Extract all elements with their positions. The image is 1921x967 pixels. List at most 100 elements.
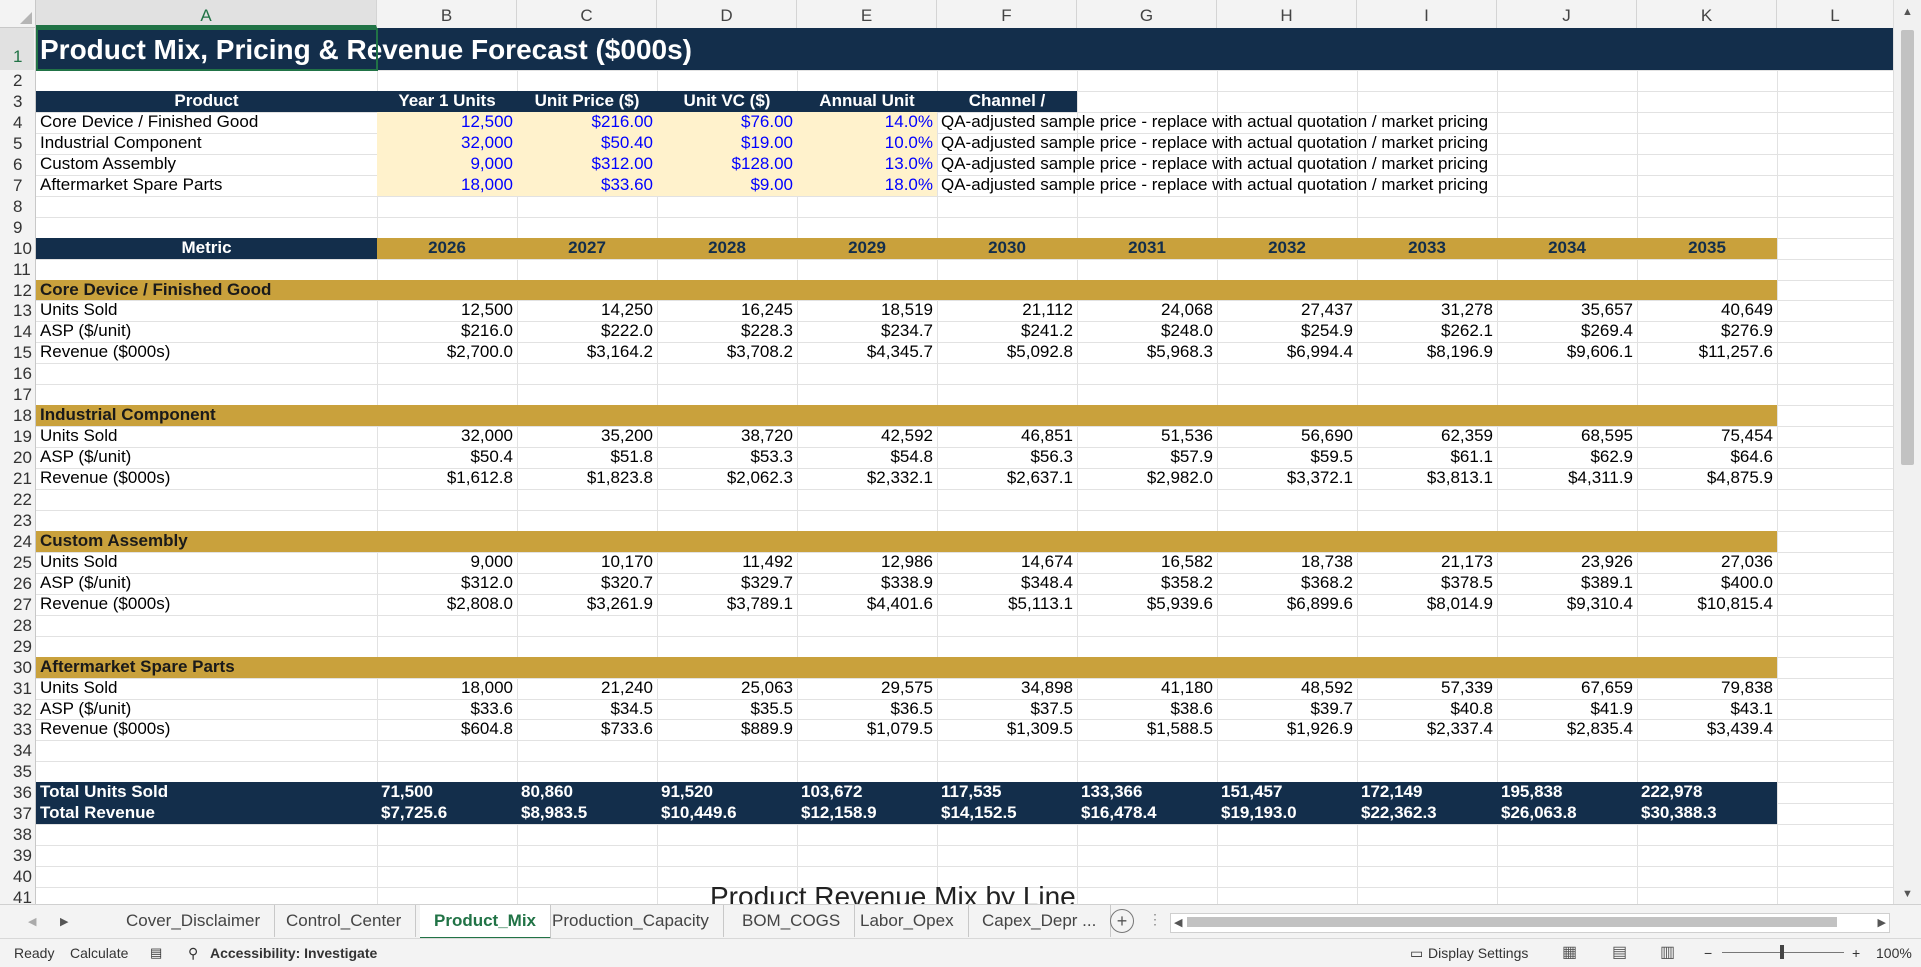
input-vc-value[interactable]: $9.00 (657, 175, 793, 195)
total-value[interactable]: $22,362.3 (1361, 803, 1437, 823)
total-value[interactable]: 71,500 (381, 782, 433, 802)
metric-value[interactable]: 32,000 (377, 426, 513, 446)
active-cell-selection[interactable] (36, 28, 378, 71)
sheet-tab-production-capacity[interactable]: Production_Capacity (538, 905, 724, 937)
input-units-value[interactable]: 32,000 (377, 133, 513, 153)
metric-value[interactable]: 42,592 (797, 426, 933, 446)
metric-value[interactable]: 14,674 (937, 552, 1073, 572)
metric-value[interactable]: $320.7 (517, 573, 653, 593)
metric-value[interactable]: 9,000 (377, 552, 513, 572)
metric-value[interactable]: $34.5 (517, 699, 653, 719)
metric-value[interactable]: $62.9 (1497, 447, 1633, 467)
row-header-20[interactable]: 20 (0, 447, 34, 468)
metric-value[interactable]: 79,838 (1637, 678, 1773, 698)
input-price-value[interactable]: $312.00 (517, 154, 653, 174)
total-value[interactable]: 91,520 (661, 782, 713, 802)
metric-value[interactable]: $2,700.0 (377, 342, 513, 362)
vertical-scrollbar[interactable]: ▲ ▼ (1893, 0, 1921, 904)
input-price-value[interactable]: $33.60 (517, 175, 653, 195)
metric-value[interactable]: $348.4 (937, 573, 1073, 593)
page-break-icon[interactable]: ▥ (1660, 942, 1675, 962)
metric-value[interactable]: $2,332.1 (797, 468, 933, 488)
metric-value[interactable]: $43.1 (1637, 699, 1773, 719)
zoom-out-icon[interactable]: − (1704, 945, 1712, 961)
metric-value[interactable]: $2,062.3 (657, 468, 793, 488)
metric-value[interactable]: 38,720 (657, 426, 793, 446)
total-value[interactable]: $19,193.0 (1221, 803, 1297, 823)
row-header-19[interactable]: 19 (0, 426, 34, 447)
total-value[interactable]: 133,366 (1081, 782, 1142, 802)
metric-value[interactable]: 67,659 (1497, 678, 1633, 698)
row-header-38[interactable]: 38 (0, 824, 34, 845)
metric-value[interactable]: $1,079.5 (797, 719, 933, 739)
metric-value[interactable]: 24,068 (1077, 300, 1213, 320)
total-value[interactable]: 80,860 (521, 782, 573, 802)
metric-value[interactable]: $40.8 (1357, 699, 1493, 719)
input-vc-value[interactable]: $19.00 (657, 133, 793, 153)
input-price-value[interactable]: $216.00 (517, 112, 653, 132)
metric-value[interactable]: $39.7 (1217, 699, 1353, 719)
hscroll-left-icon[interactable]: ◀ (1174, 916, 1182, 929)
column-header-k[interactable]: K (1637, 0, 1777, 28)
metric-value[interactable]: $2,337.4 (1357, 719, 1493, 739)
sheet-tab-cover-disclaimer[interactable]: Cover_Disclaimer (112, 905, 276, 937)
metric-value[interactable]: $3,372.1 (1217, 468, 1353, 488)
metric-value[interactable]: 21,240 (517, 678, 653, 698)
metric-value[interactable]: $269.4 (1497, 321, 1633, 341)
column-header-l[interactable]: L (1777, 0, 1894, 28)
row-header-8[interactable]: 8 (0, 196, 34, 217)
metric-value[interactable]: $50.4 (377, 447, 513, 467)
total-value[interactable]: 222,978 (1641, 782, 1702, 802)
row-header-14[interactable]: 14 (0, 321, 34, 342)
metric-value[interactable]: $368.2 (1217, 573, 1353, 593)
row-header-28[interactable]: 28 (0, 615, 34, 636)
row-header-18[interactable]: 18 (0, 405, 34, 426)
row-header-40[interactable]: 40 (0, 866, 34, 887)
total-value[interactable]: $12,158.9 (801, 803, 877, 823)
metric-value[interactable]: $262.1 (1357, 321, 1493, 341)
metric-value[interactable]: 35,200 (517, 426, 653, 446)
metric-value[interactable]: $1,926.9 (1217, 719, 1353, 739)
metric-value[interactable]: $53.3 (657, 447, 793, 467)
tab-scroll-left-icon[interactable]: ◀ (28, 915, 36, 928)
row-header-39[interactable]: 39 (0, 845, 34, 866)
metric-value[interactable]: $400.0 (1637, 573, 1773, 593)
metric-value[interactable]: $9,310.4 (1497, 594, 1633, 614)
metric-value[interactable]: $59.5 (1217, 447, 1353, 467)
metric-value[interactable]: $38.6 (1077, 699, 1213, 719)
input-units-value[interactable]: 18,000 (377, 175, 513, 195)
row-header-5[interactable]: 5 (0, 133, 34, 154)
metric-value[interactable]: 40,649 (1637, 300, 1773, 320)
metric-value[interactable]: $57.9 (1077, 447, 1213, 467)
row-header-21[interactable]: 21 (0, 468, 34, 489)
metric-value[interactable]: $248.0 (1077, 321, 1213, 341)
metric-value[interactable]: 35,657 (1497, 300, 1633, 320)
metric-value[interactable]: 23,926 (1497, 552, 1633, 572)
metric-value[interactable]: $36.5 (797, 699, 933, 719)
metric-value[interactable]: $10,815.4 (1637, 594, 1773, 614)
add-sheet-icon[interactable]: + (1110, 909, 1134, 933)
metric-value[interactable]: $389.1 (1497, 573, 1633, 593)
metric-value[interactable]: 11,492 (657, 552, 793, 572)
input-growth-value[interactable]: 14.0% (797, 112, 933, 132)
metric-value[interactable]: $5,113.1 (937, 594, 1073, 614)
metric-value[interactable]: $733.6 (517, 719, 653, 739)
metric-value[interactable]: $234.7 (797, 321, 933, 341)
page-layout-icon[interactable]: ▤ (1612, 942, 1627, 962)
metric-value[interactable]: $604.8 (377, 719, 513, 739)
metric-value[interactable]: 12,500 (377, 300, 513, 320)
row-header-23[interactable]: 23 (0, 510, 34, 531)
metric-value[interactable]: 29,575 (797, 678, 933, 698)
column-header-h[interactable]: H (1217, 0, 1357, 28)
metric-value[interactable]: 12,986 (797, 552, 933, 572)
total-value[interactable]: $16,478.4 (1081, 803, 1157, 823)
metric-value[interactable]: 18,519 (797, 300, 933, 320)
row-header-29[interactable]: 29 (0, 636, 34, 657)
metric-value[interactable]: $41.9 (1497, 699, 1633, 719)
metric-value[interactable]: $222.0 (517, 321, 653, 341)
metric-value[interactable]: 25,063 (657, 678, 793, 698)
display-settings-icon[interactable]: ▭ (1410, 945, 1423, 962)
metric-value[interactable]: $241.2 (937, 321, 1073, 341)
input-vc-value[interactable]: $76.00 (657, 112, 793, 132)
row-header-32[interactable]: 32 (0, 699, 34, 720)
